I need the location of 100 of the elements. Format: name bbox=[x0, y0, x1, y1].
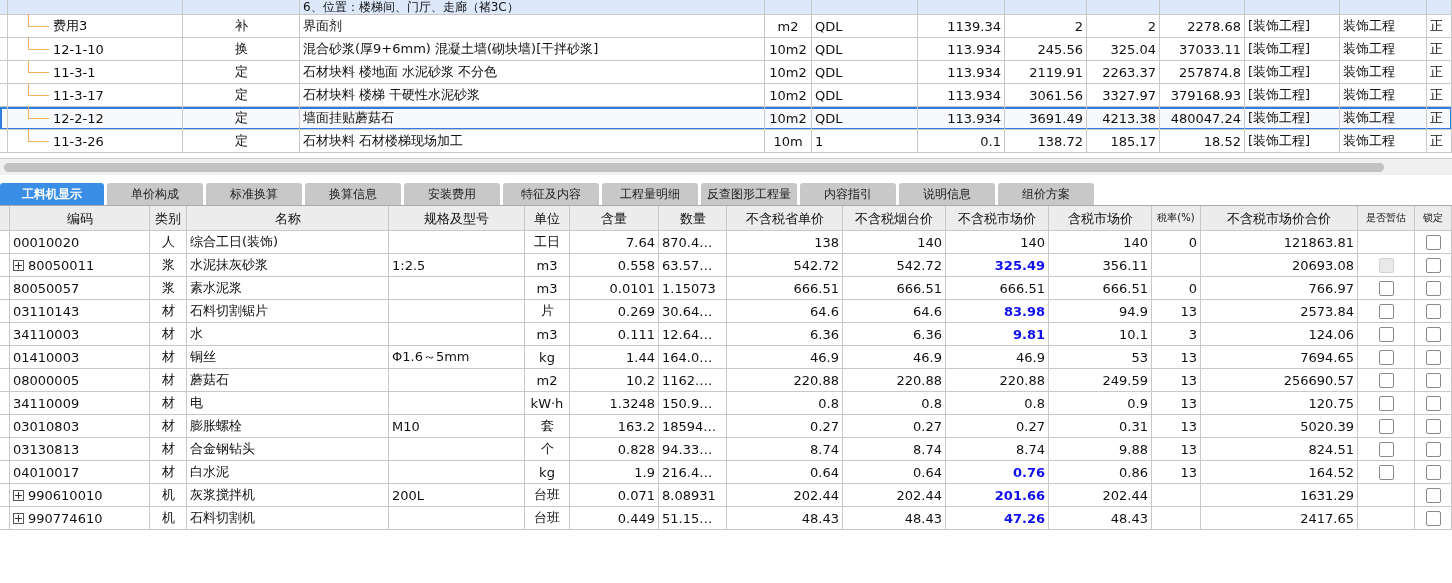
checkbox[interactable] bbox=[1425, 234, 1441, 250]
table-cell: 0.449 bbox=[570, 507, 659, 530]
tab[interactable]: 内容指引 bbox=[800, 183, 896, 205]
code-text: 34110009 bbox=[13, 395, 80, 411]
checkbox[interactable] bbox=[1425, 487, 1441, 503]
code-text: 80050057 bbox=[13, 280, 80, 296]
checkbox[interactable] bbox=[1425, 257, 1441, 273]
table-row[interactable]: 11-3-17 定 石材块料 楼梯 干硬性水泥砂浆 10m2 QDL 113.934 3061.56 3327.97 379168.93 [装饰工程] 装饰工程 正 bbox=[0, 84, 1452, 107]
checkbox[interactable] bbox=[1425, 326, 1441, 342]
column-header: 名称 bbox=[187, 206, 389, 231]
table-cell: 185.17 bbox=[1087, 130, 1160, 153]
table-cell bbox=[1152, 507, 1201, 530]
checkbox[interactable] bbox=[1378, 372, 1394, 388]
checkbox[interactable] bbox=[1425, 303, 1441, 319]
checkbox[interactable] bbox=[1378, 303, 1394, 319]
table-cell: 定 bbox=[183, 130, 300, 153]
checkbox[interactable] bbox=[1425, 280, 1441, 296]
table-cell: 正 bbox=[1427, 130, 1452, 153]
code-text: 34110003 bbox=[13, 326, 80, 342]
table-cell: 11-3-26 bbox=[53, 133, 104, 149]
expand-icon[interactable] bbox=[13, 259, 24, 271]
column-header: 单位 bbox=[525, 206, 570, 231]
table-cell: 48.43 bbox=[843, 507, 946, 530]
table-cell: 2417.65 bbox=[1201, 507, 1358, 530]
tree-line bbox=[28, 59, 49, 73]
checkbox[interactable] bbox=[1378, 418, 1394, 434]
code-text: 03010803 bbox=[13, 418, 80, 434]
table-cell: 11-3-17 bbox=[53, 87, 104, 103]
code-text: 03110143 bbox=[13, 303, 80, 319]
expand-icon[interactable] bbox=[13, 512, 24, 524]
column-header: 税率(%) bbox=[1152, 206, 1201, 231]
checkbox[interactable] bbox=[1425, 395, 1441, 411]
column-header: 含税市场价 bbox=[1049, 206, 1152, 231]
checkbox[interactable] bbox=[1425, 510, 1441, 526]
table-cell: 台班 bbox=[525, 507, 570, 530]
code-text: 03130813 bbox=[13, 441, 80, 457]
column-header: 不含税市场价 bbox=[946, 206, 1049, 231]
table-cell: 138.72 bbox=[1005, 130, 1087, 153]
column-header: 不含税省单价 bbox=[727, 206, 843, 231]
code-text: 04010017 bbox=[13, 464, 80, 480]
table-cell: 石料切割机 bbox=[187, 507, 389, 530]
tab[interactable]: 标准换算 bbox=[206, 183, 302, 205]
tree-line bbox=[28, 128, 49, 142]
tab[interactable]: 反查图形工程量 bbox=[701, 183, 797, 205]
tree-line bbox=[28, 13, 49, 27]
tab[interactable]: 换算信息 bbox=[305, 183, 401, 205]
checkbox[interactable] bbox=[1378, 395, 1394, 411]
checkbox[interactable] bbox=[1378, 441, 1394, 457]
checkbox[interactable] bbox=[1425, 349, 1441, 365]
tree-line bbox=[28, 105, 49, 119]
column-header: 类别 bbox=[150, 206, 187, 231]
checkbox[interactable] bbox=[1378, 464, 1394, 480]
table-cell: 51.15… bbox=[659, 507, 727, 530]
table-cell: 12-1-10 bbox=[53, 41, 104, 57]
table-cell: 费用3 bbox=[53, 17, 88, 35]
table-row[interactable]: 12-2-12 定 墙面挂贴蘑菇石 10m2 QDL 113.934 3691.49 4213.38 480047.24 [装饰工程] 装饰工程 正 bbox=[0, 107, 1452, 130]
checkbox[interactable] bbox=[1425, 418, 1441, 434]
tree-line bbox=[28, 36, 49, 50]
column-header: 编码 bbox=[10, 206, 150, 231]
column-header: 是否暂估 bbox=[1358, 206, 1415, 231]
checkbox[interactable] bbox=[1378, 326, 1394, 342]
tab[interactable]: 组价方案 bbox=[998, 183, 1094, 205]
table-row[interactable]: 12-1-10 换 混合砂浆(厚9+6mm) 混凝土墙(砌块墙)[干拌砂浆] 10m2 QDL 113.934 245.56 325.04 37033.11 [装饰工程] 装饰工程 正 bbox=[0, 38, 1452, 61]
tab[interactable]: 工程量明细 bbox=[602, 183, 698, 205]
table-cell: 48.43 bbox=[727, 507, 843, 530]
table-cell: 48.43 bbox=[1049, 507, 1152, 530]
tab[interactable]: 单价构成 bbox=[107, 183, 203, 205]
table-cell: 47.26 bbox=[946, 507, 1049, 530]
column-header: 含量 bbox=[570, 206, 659, 231]
code-text: 990774610 bbox=[28, 510, 103, 526]
checkbox[interactable] bbox=[1378, 349, 1394, 365]
table-cell: 11-3-1 bbox=[53, 64, 96, 80]
table-row[interactable]: 11-3-26 定 石材块料 石材楼梯现场加工 10m 1 0.1 138.72 185.17 18.52 [装饰工程] 装饰工程 正 bbox=[0, 130, 1452, 153]
code-text: 80050011 bbox=[28, 257, 95, 273]
corner-cell bbox=[0, 206, 10, 231]
table-row[interactable]: 11-3-1 定 石材块料 楼地面 水泥砂浆 不分色 10m2 QDL 113.934 2119.91 2263.37 257874.8 [装饰工程] 装饰工程 正 bbox=[0, 61, 1452, 84]
checkbox[interactable] bbox=[1378, 280, 1394, 296]
column-header: 不含税烟台价 bbox=[843, 206, 946, 231]
tab[interactable]: 说明信息 bbox=[899, 183, 995, 205]
code-text: 08000005 bbox=[13, 372, 80, 388]
table-cell: [装饰工程] bbox=[1245, 130, 1340, 153]
table-row[interactable]: 费用3 补 界面剂 m2 QDL 1139.34 2 2 2278.68 [装饰工程] 装饰工程 正 bbox=[0, 15, 1452, 38]
code-text: 00010020 bbox=[13, 234, 80, 250]
expand-icon[interactable] bbox=[13, 489, 24, 501]
table-cell: 石材块料 石材楼梯现场加工 bbox=[300, 130, 765, 153]
table-cell: 12-2-12 bbox=[53, 110, 104, 126]
column-header: 数量 bbox=[659, 206, 727, 231]
tree-line bbox=[28, 82, 49, 96]
table-cell: 0.1 bbox=[918, 130, 1005, 153]
checkbox[interactable] bbox=[1425, 372, 1441, 388]
tab[interactable]: 安装费用 bbox=[404, 183, 500, 205]
tab[interactable]: 特征及内容 bbox=[503, 183, 599, 205]
checkbox[interactable] bbox=[1425, 441, 1441, 457]
table-cell: 机 bbox=[150, 507, 187, 530]
code-text: 01410003 bbox=[13, 349, 80, 365]
table-cell: 18.52 bbox=[1160, 130, 1245, 153]
checkbox[interactable] bbox=[1425, 464, 1441, 480]
column-header: 不含税市场价合价 bbox=[1201, 206, 1358, 231]
column-header: 锁定 bbox=[1415, 206, 1452, 231]
table-cell: 1 bbox=[812, 130, 918, 153]
